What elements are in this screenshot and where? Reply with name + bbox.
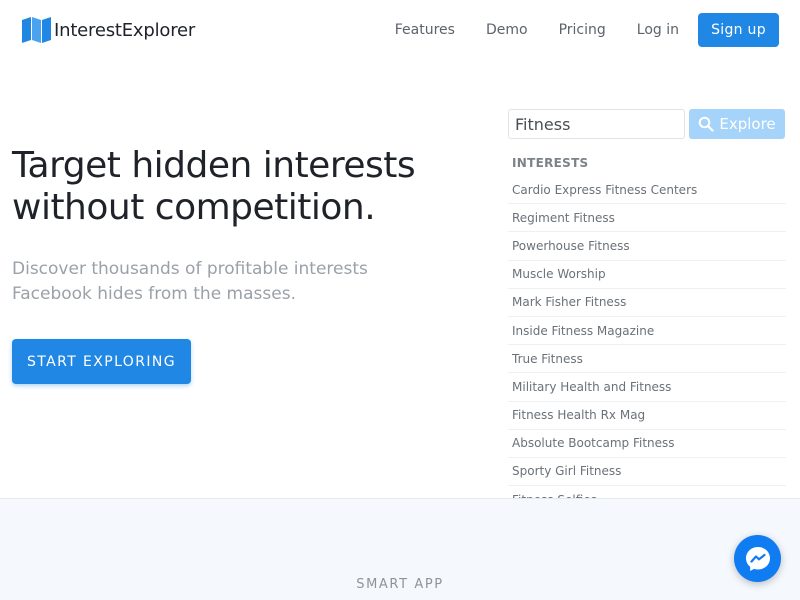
nav-link-login[interactable]: Log in [637,22,679,38]
smart-app-section: SMART APP [0,498,800,600]
hero-title: Target hidden interests without competit… [12,145,416,228]
interest-item[interactable]: Absolute Bootcamp Fitness [508,430,786,458]
signup-button[interactable]: Sign up [698,13,779,47]
interest-item[interactable]: Military Health and Fitness [508,373,786,402]
hero-subtitle: Discover thousands of profitable interes… [12,259,368,304]
explore-button-label: Explore [719,115,776,133]
messenger-chat-button[interactable] [734,535,781,582]
interest-item[interactable]: Mark Fisher Fitness [508,289,786,317]
interest-item[interactable]: Fitness Health Rx Mag [508,402,786,430]
nav-link-demo[interactable]: Demo [486,22,528,38]
interests-heading: INTERESTS [512,156,589,170]
interest-item[interactable]: Regiment Fitness [508,204,786,233]
top-nav: InterestExplorer Features Demo Pricing L… [0,0,800,60]
start-exploring-button[interactable]: START EXPLORING [12,339,191,384]
interests-list: INTERESTS Cardio Express Fitness Centers… [508,150,786,498]
brand-logo[interactable]: InterestExplorer [22,17,195,43]
interest-search-input[interactable]: Fitness [508,109,685,139]
interest-item[interactable]: Cardio Express Fitness Centers [508,176,786,205]
interest-item[interactable]: Fitness Selfies [508,486,786,498]
messenger-icon [743,544,773,574]
interest-item[interactable]: Powerhouse Fitness [508,232,786,261]
interest-item[interactable]: True Fitness [508,345,786,374]
brand-name: InterestExplorer [54,19,196,41]
interest-item[interactable]: Sporty Girl Fitness [508,458,786,487]
section-label: SMART APP [356,577,444,592]
interest-item[interactable]: Muscle Worship [508,261,786,289]
map-logo-icon [22,17,51,43]
interest-item[interactable]: Inside Fitness Magazine [508,317,786,346]
nav-links: Features Demo Pricing Log in Sign up [395,13,779,47]
explore-button[interactable]: Explore [689,109,785,139]
nav-link-pricing[interactable]: Pricing [559,22,606,38]
search-icon [698,116,719,132]
nav-link-features[interactable]: Features [395,22,455,38]
